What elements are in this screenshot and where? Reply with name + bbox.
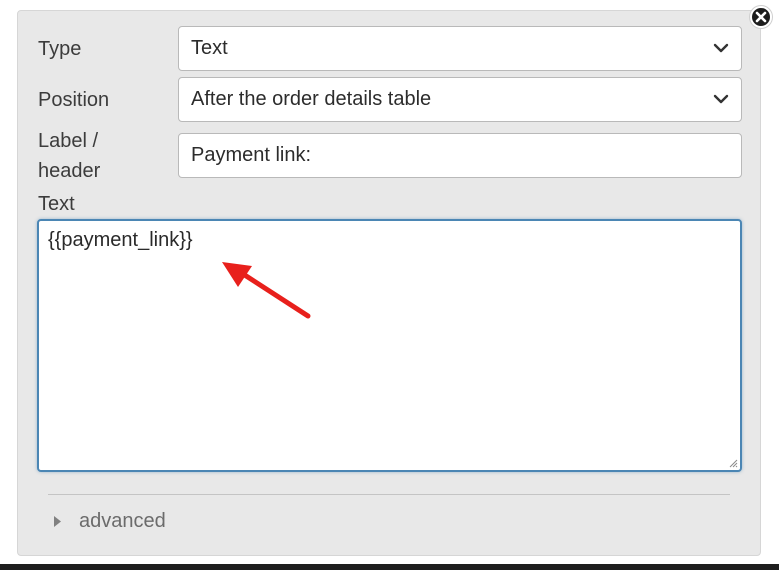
label-header-label-line2: header (38, 160, 101, 182)
divider (48, 494, 730, 495)
triangle-right-icon (54, 515, 61, 527)
red-arrow-icon (222, 262, 311, 319)
type-label: Type (38, 38, 82, 60)
advanced-toggle[interactable]: advanced (52, 507, 166, 535)
label-header-label-line1: Label / (38, 130, 99, 152)
label-header-input[interactable]: Payment link: (178, 133, 742, 178)
text-label: Text (38, 193, 75, 215)
taskbar-strip (0, 564, 779, 570)
position-label: Position (38, 89, 110, 111)
advanced-label: advanced (79, 509, 166, 532)
type-select-value: Text (191, 37, 228, 59)
close-icon (755, 11, 767, 23)
resize-grip-icon[interactable] (728, 458, 738, 468)
close-button[interactable] (750, 6, 772, 28)
position-select[interactable]: After the order details table (178, 77, 742, 122)
chevron-down-icon (713, 43, 729, 53)
position-select-value: After the order details table (191, 88, 432, 110)
label-header-input-value: Payment link: (191, 144, 312, 166)
text-textarea-value: {{payment_link}} (48, 229, 193, 251)
chevron-down-icon (713, 94, 729, 104)
label-header-label: Label / header (38, 126, 100, 186)
text-textarea[interactable]: {{payment_link}} (37, 219, 742, 472)
type-select[interactable]: Text (178, 26, 742, 71)
